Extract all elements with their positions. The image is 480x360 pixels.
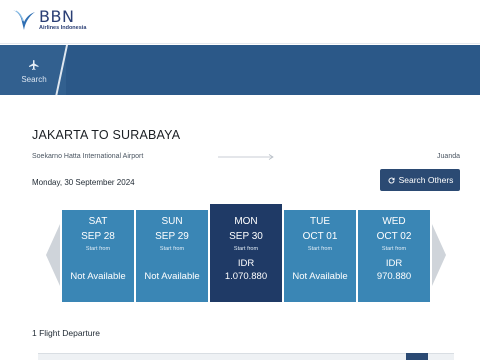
carousel-next-button[interactable] [432, 224, 446, 286]
brand-name: BBN [39, 7, 75, 26]
date-card-mon[interactable]: MON SEP 30 Start from IDR 1.070.880 [210, 204, 282, 302]
nav-bar: Search [0, 45, 480, 95]
route-title: JAKARTA TO SURABAYA [32, 128, 181, 142]
day-date: SEP 30 [229, 231, 263, 242]
arrow-right-icon [218, 154, 274, 160]
day-date: OCT 02 [376, 231, 412, 242]
brand-subtitle: Airlines Indonesia [39, 25, 87, 31]
day-name: WED [382, 216, 406, 227]
day-name: SAT [88, 216, 108, 227]
availability-status: Not Available [292, 271, 348, 282]
search-others-button[interactable]: Search Others [380, 169, 460, 191]
date-carousel: SAT SEP 28 Start from Not Available SUN … [46, 204, 446, 310]
date-card-wed[interactable]: WED OCT 02 Start from IDR 970.880 [358, 210, 430, 302]
price-currency: IDR [237, 258, 255, 269]
price-value: 970.880 [376, 271, 412, 282]
bird-logo-icon [13, 10, 35, 30]
start-from-label: Start from [307, 246, 333, 252]
start-from-label: Start from [233, 246, 259, 252]
flight-result-action[interactable] [406, 353, 428, 360]
date-card-sun[interactable]: SUN SEP 29 Start from Not Available [136, 210, 208, 302]
origin-airport: Soekarno Hatta International Airport [32, 153, 144, 160]
price-value: 1.070.880 [224, 271, 268, 282]
flight-result-card[interactable] [38, 353, 454, 360]
brand-logo[interactable]: BBN Airlines Indonesia [12, 8, 86, 32]
carousel-prev-button[interactable] [46, 224, 60, 286]
day-date: OCT 01 [302, 231, 338, 242]
day-name: TUE [310, 216, 330, 227]
day-date: SEP 28 [81, 231, 115, 242]
start-from-label: Start from [85, 246, 111, 252]
start-from-label: Start from [381, 246, 407, 252]
availability-status: Not Available [70, 271, 126, 282]
destination-airport: Juanda [437, 153, 460, 160]
day-date: SEP 29 [155, 231, 189, 242]
search-others-label: Search Others [398, 175, 454, 185]
day-name: MON [234, 216, 258, 227]
nav-background [66, 45, 480, 95]
date-card-tue[interactable]: TUE OCT 01 Start from Not Available [284, 210, 356, 302]
airplane-icon [29, 60, 39, 70]
refresh-icon [388, 177, 395, 184]
day-name: SUN [161, 216, 183, 227]
flight-count: 1 Flight Departure [32, 328, 101, 338]
app-header: BBN Airlines Indonesia [0, 0, 480, 44]
price-currency: IDR [385, 258, 403, 269]
start-from-label: Start from [159, 246, 185, 252]
date-card-sat[interactable]: SAT SEP 28 Start from Not Available [62, 210, 134, 302]
availability-status: Not Available [144, 271, 200, 282]
departure-date: Monday, 30 September 2024 [32, 178, 135, 187]
